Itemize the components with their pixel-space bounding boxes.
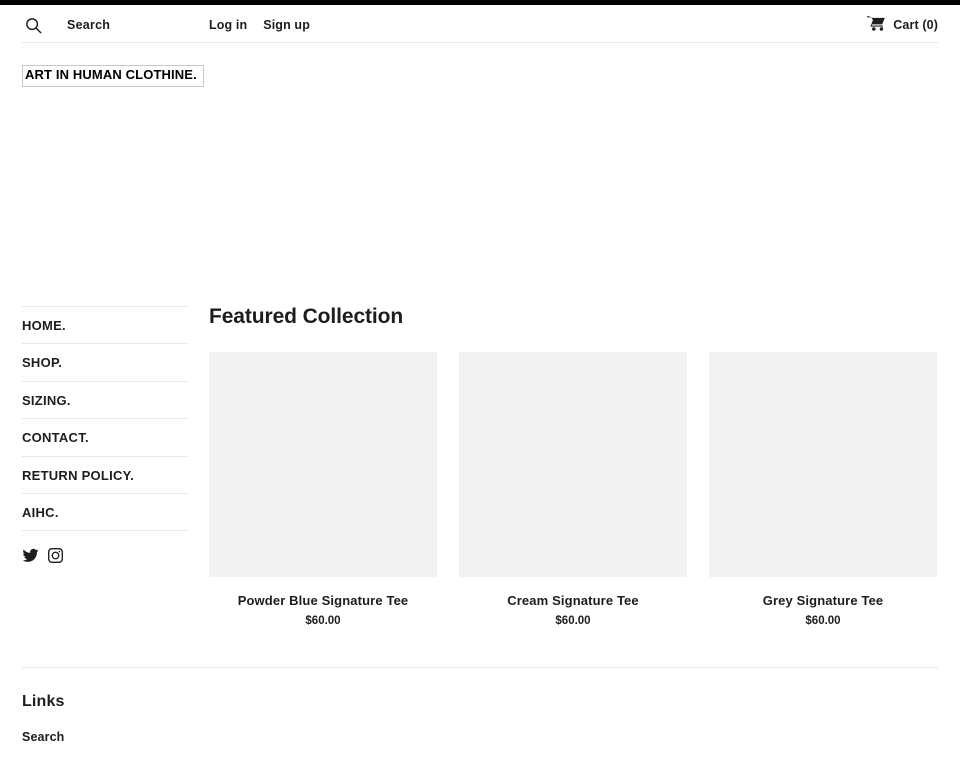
footer-links-heading: Links	[22, 692, 65, 710]
cart-label: Cart (0)	[893, 18, 938, 33]
site-logo[interactable]: ART IN HUMAN CLOTHINE.	[22, 65, 960, 87]
product-grid: Powder Blue Signature Tee $60.00 Cream S…	[209, 351, 938, 628]
sidebar-navigation: HOME. SHOP. SIZING. CONTACT. RETURN POLI…	[22, 305, 188, 564]
auth-links: Log in Sign up	[209, 19, 310, 32]
main-content: Featured Collection Powder Blue Signatur…	[209, 306, 938, 628]
sidebar-item-return-policy[interactable]: RETURN POLICY.	[22, 455, 188, 494]
product-image[interactable]	[209, 351, 437, 577]
product-title[interactable]: Grey Signature Tee	[709, 593, 937, 609]
sidebar-item-label[interactable]: RETURN POLICY.	[22, 468, 134, 483]
product-title[interactable]: Powder Blue Signature Tee	[209, 593, 437, 609]
social-links	[22, 547, 188, 564]
search-label[interactable]: Search	[67, 19, 110, 32]
shopping-cart-icon	[867, 15, 886, 36]
utility-header: Search Log in Sign up Cart (0)	[22, 5, 938, 43]
sidebar-item-label[interactable]: SIZING.	[22, 393, 71, 408]
product-price: $60.00	[305, 614, 341, 627]
product-price: $60.00	[555, 614, 591, 627]
product-title[interactable]: Cream Signature Tee	[459, 593, 687, 609]
login-link[interactable]: Log in	[209, 19, 247, 32]
product-image[interactable]	[459, 351, 687, 577]
signup-link[interactable]: Sign up	[263, 19, 310, 32]
sidebar-item-shop[interactable]: SHOP.	[22, 343, 188, 381]
product-card[interactable]: Grey Signature Tee $60.00	[709, 351, 937, 628]
product-price: $60.00	[805, 614, 841, 627]
sidebar-item-sizing[interactable]: SIZING.	[22, 380, 188, 419]
product-card[interactable]: Powder Blue Signature Tee $60.00	[209, 351, 437, 628]
product-image[interactable]	[709, 351, 937, 577]
nav-list: HOME. SHOP. SIZING. CONTACT. RETURN POLI…	[22, 305, 188, 531]
footer-link-list: Search	[22, 728, 938, 746]
twitter-icon[interactable]	[22, 547, 39, 564]
sidebar-item-contact[interactable]: CONTACT.	[22, 418, 188, 456]
instagram-icon[interactable]	[47, 547, 64, 564]
search-icon[interactable]	[22, 14, 44, 36]
sidebar-item-label[interactable]: HOME.	[22, 318, 66, 333]
sidebar-item-label[interactable]: SHOP.	[22, 355, 62, 370]
site-footer: Links Search Copyright © 2023, ART IN HU…	[22, 666, 938, 746]
cart-link[interactable]: Cart (0)	[867, 15, 938, 36]
footer-link-search[interactable]: Search	[22, 730, 64, 744]
search-control[interactable]: Search	[22, 14, 110, 36]
sidebar-item-label[interactable]: AIHC.	[22, 505, 59, 520]
sidebar-item-aihc[interactable]: AIHC.	[22, 493, 188, 531]
list-item[interactable]: Search	[22, 728, 938, 746]
sidebar-item-home[interactable]: HOME.	[22, 305, 188, 344]
product-card[interactable]: Cream Signature Tee $60.00	[459, 351, 687, 628]
page-title: Featured Collection	[209, 304, 404, 328]
sidebar-item-label[interactable]: CONTACT.	[22, 430, 89, 445]
logo-text[interactable]: ART IN HUMAN CLOTHINE.	[22, 65, 204, 87]
